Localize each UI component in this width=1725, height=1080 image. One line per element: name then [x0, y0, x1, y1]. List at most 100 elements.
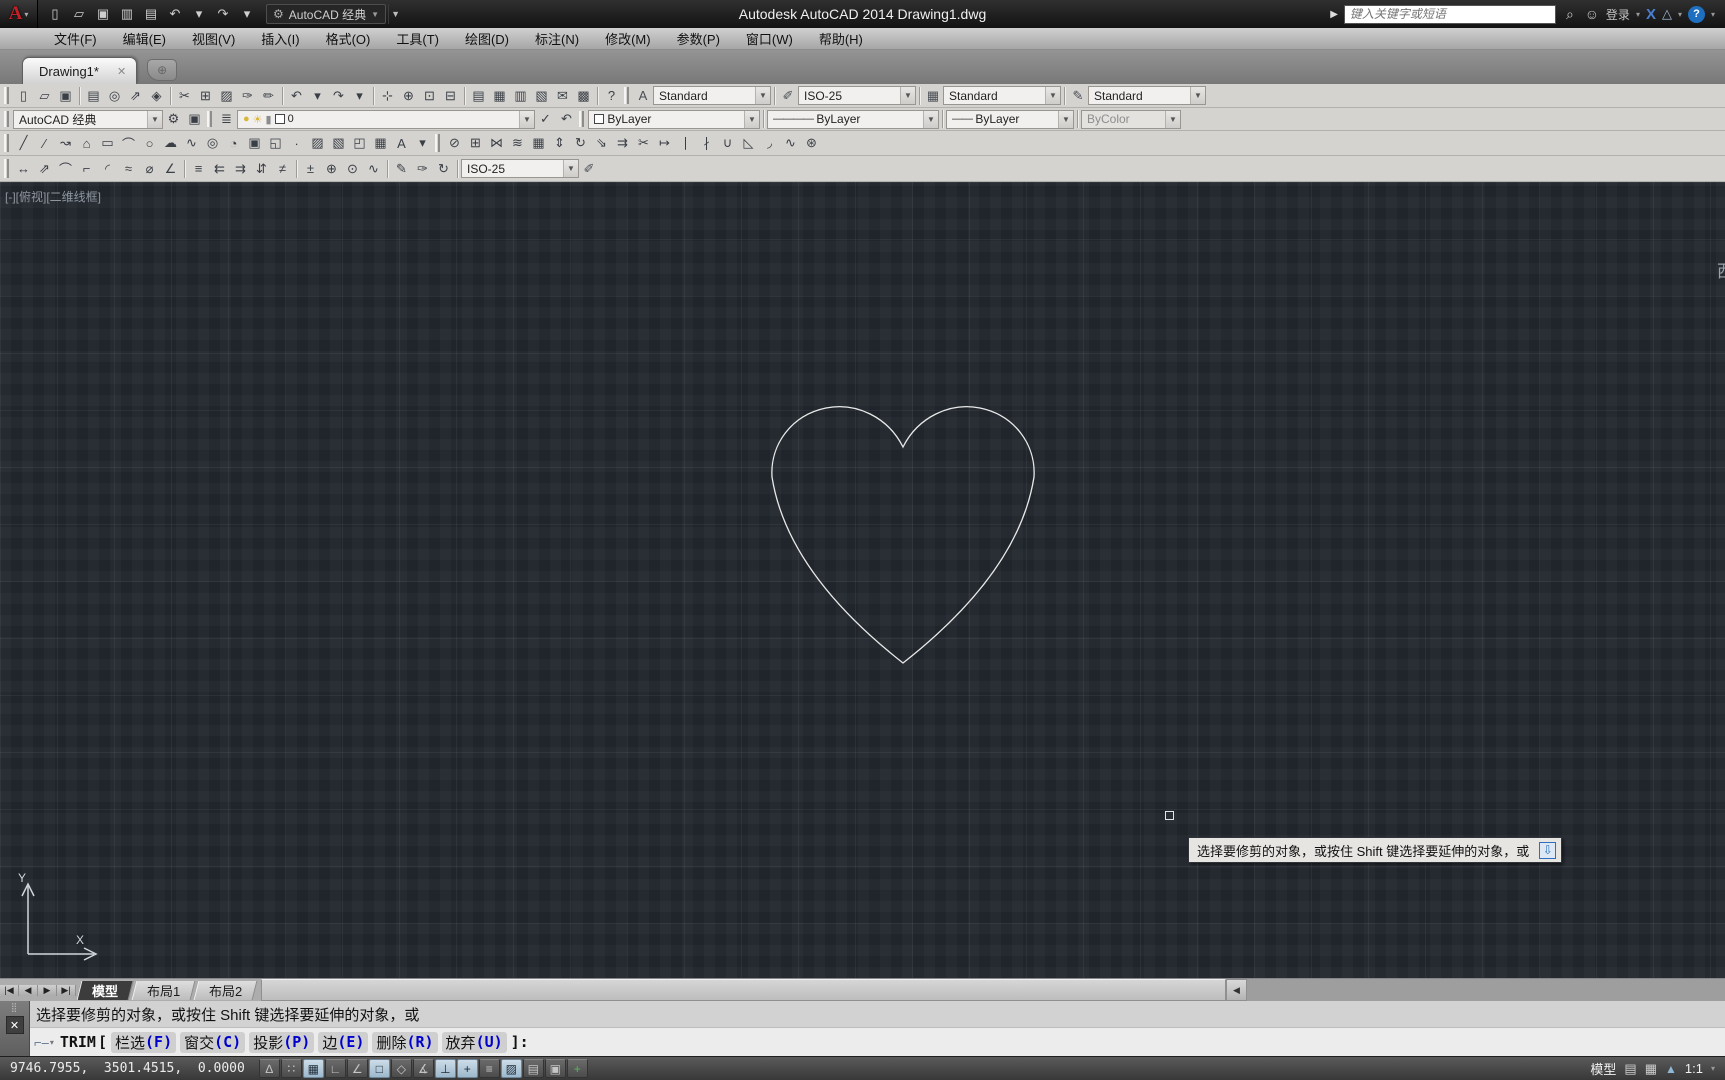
close-icon[interactable]: ✕: [117, 65, 126, 78]
arc-icon[interactable]: ⌒: [118, 133, 139, 153]
search-icon[interactable]: ⌕: [1562, 6, 1578, 23]
ortho-mode-toggle[interactable]: ∟: [325, 1059, 346, 1078]
arc-length-icon[interactable]: ⌒: [55, 159, 76, 179]
qat-customize-button[interactable]: ▼: [388, 4, 402, 24]
option-edge[interactable]: 边(E): [318, 1032, 368, 1053]
redo-icon[interactable]: ↷: [328, 86, 349, 106]
zoom-realtime-icon[interactable]: ⊕: [398, 86, 419, 106]
angular-icon[interactable]: ∠: [160, 159, 181, 179]
layer-properties-icon[interactable]: ≣: [216, 109, 237, 129]
offset-icon[interactable]: ≋: [507, 133, 528, 153]
quick-view-drawings-icon[interactable]: ▦: [1645, 1061, 1657, 1077]
grid-display-toggle[interactable]: ▦: [303, 1059, 324, 1078]
quick-dimension-icon[interactable]: ≡: [188, 159, 209, 179]
polyline-icon[interactable]: ↝: [55, 133, 76, 153]
color-combo[interactable]: ByLayer▼: [588, 110, 760, 129]
qat-open-icon[interactable]: ▱: [68, 4, 90, 24]
model-space-button[interactable]: 模型: [1590, 1059, 1616, 1078]
toolbar-grip[interactable]: [4, 87, 9, 104]
designcenter-icon[interactable]: ▦: [489, 86, 510, 106]
undo-icon[interactable]: ↶: [286, 86, 307, 106]
ellipse-icon[interactable]: ◎: [202, 133, 223, 153]
toolbar-grip[interactable]: [4, 111, 9, 128]
option-undo[interactable]: 放弃(U): [442, 1032, 507, 1053]
next-tab-button[interactable]: ▶: [38, 985, 57, 996]
workspace-combo[interactable]: AutoCAD 经典▼: [13, 110, 163, 129]
hscroll-thumb[interactable]: [261, 979, 1226, 1001]
menu-view[interactable]: 视图(V): [180, 27, 247, 50]
command-close-button[interactable]: ✕: [6, 1016, 24, 1034]
menu-insert[interactable]: 插入(I): [249, 27, 311, 50]
option-crossing[interactable]: 窗交(C): [180, 1032, 245, 1053]
toolbar-grip[interactable]: [435, 134, 440, 152]
exchange-apps-icon[interactable]: X: [1646, 6, 1656, 23]
table-style-combo[interactable]: Standard▼: [943, 86, 1061, 105]
option-erase[interactable]: 删除(R): [372, 1032, 437, 1053]
break-at-point-icon[interactable]: ∣: [675, 133, 696, 153]
toolbar-grip[interactable]: [207, 111, 212, 128]
match-properties-icon[interactable]: ✑: [237, 86, 258, 106]
inspection-icon[interactable]: ⊙: [342, 159, 363, 179]
qat-undo-icon[interactable]: ↶: [164, 4, 186, 24]
copy-icon[interactable]: ⊞: [195, 86, 216, 106]
infocenter-collapse-icon[interactable]: ▶: [1330, 9, 1338, 20]
zoom-window-icon[interactable]: ⊡: [419, 86, 440, 106]
make-object-layer-current-icon[interactable]: ✓: [535, 109, 556, 129]
new-drawing-tab-button[interactable]: ⊕: [147, 59, 177, 81]
multileader-style-combo[interactable]: Standard▼: [1088, 86, 1206, 105]
dynamic-ucs-toggle[interactable]: ⊥: [435, 1059, 456, 1078]
toolbar-grip[interactable]: [4, 159, 9, 178]
menu-window[interactable]: 窗口(W): [734, 27, 805, 50]
first-tab-button[interactable]: |◀: [0, 985, 19, 996]
pan-icon[interactable]: ⊹: [377, 86, 398, 106]
prev-tab-button[interactable]: ◀: [19, 985, 38, 996]
selection-cycling-toggle[interactable]: ▣: [545, 1059, 566, 1078]
center-mark-icon[interactable]: ⊕: [321, 159, 342, 179]
dimension-style-combo[interactable]: ISO-25▼: [798, 86, 916, 105]
table-icon[interactable]: ▦: [370, 133, 391, 153]
open-icon[interactable]: ▱: [34, 86, 55, 106]
continue-icon[interactable]: ⇉: [230, 159, 251, 179]
recent-commands-icon[interactable]: ⌐–▾: [34, 1035, 54, 1050]
annotation-monitor-toggle[interactable]: +: [567, 1059, 588, 1078]
menu-parametric[interactable]: 参数(P): [665, 27, 732, 50]
stretch-icon[interactable]: ⇉: [612, 133, 633, 153]
chamfer-icon[interactable]: ◺: [738, 133, 759, 153]
construction-line-icon[interactable]: ∕: [34, 133, 55, 153]
qat-save-icon[interactable]: ▣: [92, 4, 114, 24]
lineweight-toggle[interactable]: ≡: [479, 1059, 500, 1078]
radius-icon[interactable]: ◜: [97, 159, 118, 179]
linetype-combo[interactable]: ———— ByLayer▼: [767, 110, 939, 129]
annotation-scale-value[interactable]: 1:1: [1685, 1061, 1703, 1076]
copy-object-icon[interactable]: ⊞: [465, 133, 486, 153]
menu-file[interactable]: 文件(F): [42, 27, 109, 50]
quick-view-layouts-icon[interactable]: ▤: [1624, 1061, 1636, 1077]
break-icon[interactable]: ∤: [696, 133, 717, 153]
workspace-settings-icon[interactable]: ⚙: [163, 109, 184, 129]
redo-dropdown-icon[interactable]: ▾: [349, 86, 370, 106]
ellipse-arc-icon[interactable]: ◔: [223, 133, 244, 153]
insert-block-icon[interactable]: ▣: [244, 133, 265, 153]
spline-icon[interactable]: ∿: [181, 133, 202, 153]
trim-icon[interactable]: ✂: [633, 133, 654, 153]
revision-cloud-icon[interactable]: ☁: [160, 133, 181, 153]
last-tab-button[interactable]: ▶|: [57, 985, 76, 996]
dynamic-input-toggle[interactable]: +: [457, 1059, 478, 1078]
dim-style-combo[interactable]: ISO-25▼: [461, 159, 579, 178]
autodesk360-icon[interactable]: △: [1662, 6, 1672, 22]
jogged-linear-icon[interactable]: ∿: [363, 159, 384, 179]
paste-icon[interactable]: ▨: [216, 86, 237, 106]
option-fence[interactable]: 栏选(F): [111, 1032, 176, 1053]
qat-undo-dropdown-icon[interactable]: ▾: [188, 4, 210, 24]
file-tab-drawing1[interactable]: Drawing1* ✕: [22, 57, 137, 84]
dimension-edit-icon[interactable]: ✎: [391, 159, 412, 179]
snap-mode-toggle[interactable]: ∷: [281, 1059, 302, 1078]
hscroll-track[interactable]: [1247, 979, 1725, 1001]
save-workspace-icon[interactable]: ▣: [184, 109, 205, 129]
menu-modify[interactable]: 修改(M): [593, 27, 663, 50]
point-icon[interactable]: ∙: [286, 133, 307, 153]
menu-dimension[interactable]: 标注(N): [523, 27, 591, 50]
help-dropdown-icon[interactable]: ▾: [1711, 10, 1715, 19]
baseline-icon[interactable]: ⇇: [209, 159, 230, 179]
join-icon[interactable]: ∪: [717, 133, 738, 153]
